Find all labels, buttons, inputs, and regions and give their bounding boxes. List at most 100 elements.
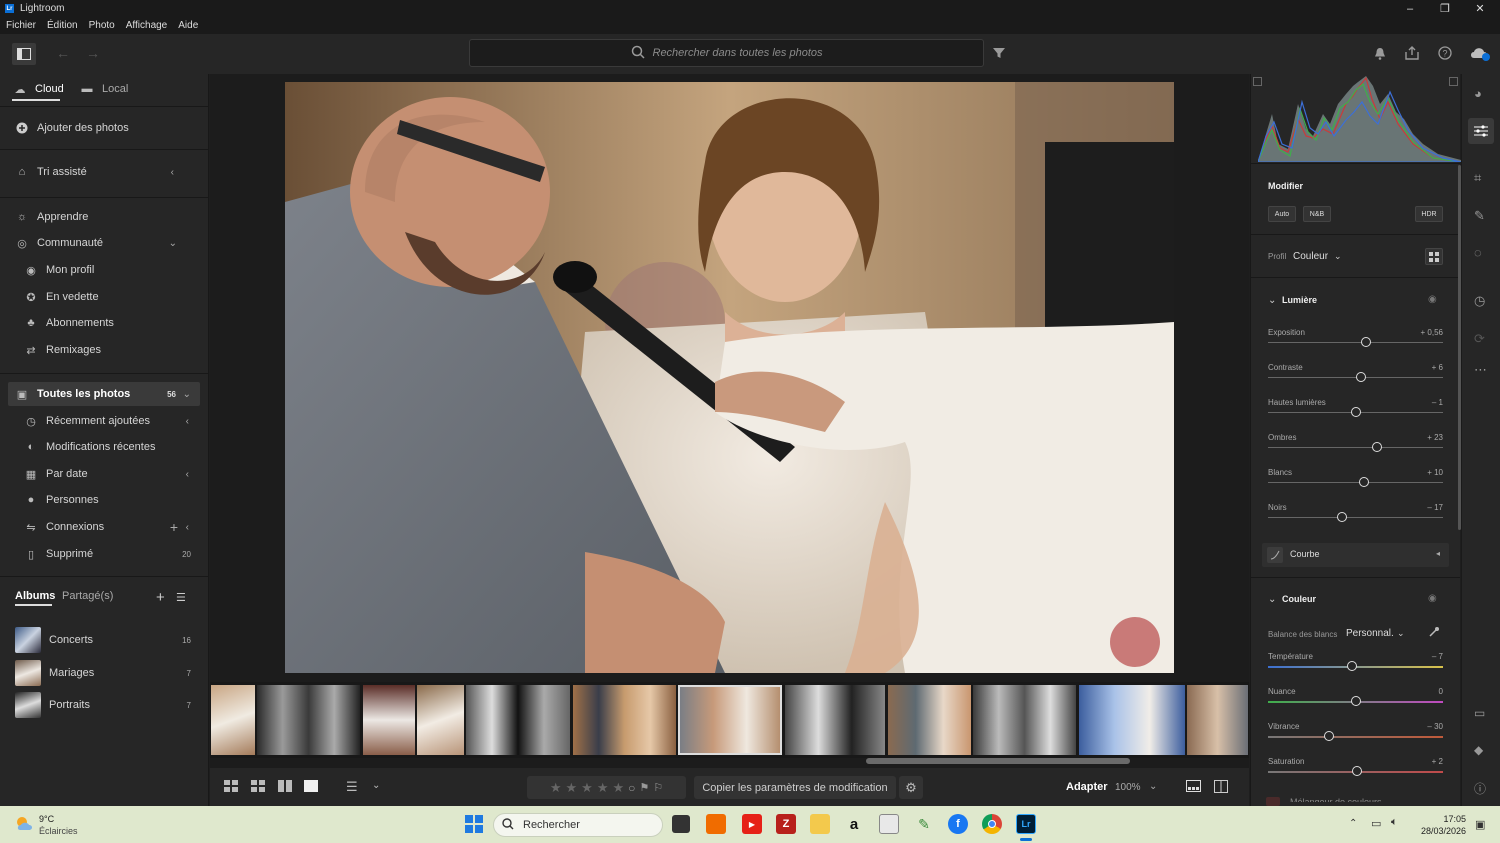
menu-view[interactable]: Affichage (126, 20, 168, 31)
slider-value[interactable]: – 17 (1400, 503, 1443, 512)
filmstrip-thumbnail-selected[interactable] (678, 685, 782, 755)
album-item[interactable]: Portraits 7 (15, 692, 209, 718)
eye-icon[interactable]: ◉ (1428, 593, 1437, 604)
slider-value[interactable]: + 10 (1400, 468, 1443, 477)
edit-sliders-icon[interactable] (1468, 118, 1494, 144)
youtube-icon[interactable]: ▶ (742, 814, 762, 834)
filmstrip-thumbnail[interactable] (417, 685, 464, 755)
filmstrip-toggle-icon[interactable] (1186, 780, 1201, 792)
chrome-icon[interactable] (982, 814, 1002, 834)
bw-button[interactable]: N&B (1303, 206, 1331, 222)
sidebar-item-by-date[interactable]: ▦ Par date ‹ (24, 467, 209, 481)
sidebar-item-recently-added[interactable]: ◷ Récemment ajoutées ‹ (24, 414, 209, 428)
white-balance-dropdown[interactable]: Personnal. (1346, 628, 1394, 639)
slider-value[interactable]: 0 (1400, 687, 1443, 696)
flag-reject-icon[interactable]: ⚐ (653, 781, 663, 794)
slider-track[interactable] (1268, 517, 1443, 518)
slider-knob[interactable] (1347, 661, 1357, 671)
slider-track[interactable] (1268, 736, 1443, 738)
photo-grid-icon[interactable] (251, 780, 265, 792)
filmstrip-thumbnail[interactable] (888, 685, 971, 755)
star-icon[interactable]: ★ (581, 780, 593, 796)
more-options-icon[interactable]: ⋯ (1474, 362, 1487, 378)
slider-value[interactable]: – 1 (1400, 398, 1443, 407)
windows-start-icon[interactable] (464, 814, 484, 834)
main-photo[interactable] (285, 82, 1174, 673)
tab-shared[interactable]: Partagé(s) (62, 590, 113, 602)
filmstrip-thumbnail[interactable] (1187, 685, 1248, 755)
chevron-down-icon[interactable]: ⌄ (1149, 781, 1157, 792)
slider-knob[interactable] (1355, 372, 1366, 382)
chevron-down-icon[interactable]: ⌄ (1268, 295, 1276, 306)
clock-date[interactable]: 28/03/2026 (1412, 826, 1466, 836)
before-after-icon[interactable] (1214, 780, 1228, 793)
menu-help[interactable]: Aide (178, 20, 198, 31)
panel-toggle-icon[interactable] (12, 43, 36, 65)
tag-icon[interactable]: ◆ (1474, 743, 1483, 757)
filmstrip-thumbnail[interactable] (973, 685, 1076, 755)
slider-value[interactable]: + 23 (1400, 433, 1443, 442)
slider-knob[interactable] (1361, 337, 1371, 347)
star-icon[interactable]: ★ (612, 780, 624, 796)
star-icon[interactable]: ★ (550, 780, 562, 796)
chevron-down-icon[interactable]: ⌄ (1268, 594, 1276, 605)
slider-value[interactable]: + 0,56 (1400, 328, 1443, 337)
forward-arrow-icon[interactable]: → (84, 44, 102, 62)
sidebar-item-recent-edits[interactable]: ◐ Modifications récentes (24, 440, 209, 454)
versions-icon[interactable]: ⟳ (1474, 331, 1485, 347)
flag-pick-icon[interactable]: ⚑ (639, 781, 649, 794)
volume-icon[interactable]: 🔈︎ (1391, 816, 1398, 829)
copy-settings-button[interactable]: Copier les paramètres de modification (694, 776, 896, 799)
tab-local[interactable]: ▬ Local (80, 82, 129, 96)
light-section-title[interactable]: Lumière (1282, 295, 1317, 305)
presets-icon[interactable]: ◕ (1474, 86, 1482, 101)
masking-icon[interactable]: ◌ (1474, 245, 1482, 260)
community-item[interactable]: ◎ Communauté ⌄ (15, 236, 209, 250)
add-album-icon[interactable]: + (156, 589, 165, 606)
square-grid-icon[interactable] (224, 780, 238, 792)
filmstrip-thumbnail[interactable] (363, 685, 415, 755)
album-item[interactable]: Concerts 16 (15, 627, 209, 653)
slider-knob[interactable] (1350, 696, 1361, 706)
back-arrow-icon[interactable]: ← (54, 44, 72, 62)
crop-icon[interactable]: ⌗ (1474, 170, 1481, 186)
help-icon[interactable]: ? (1437, 45, 1453, 61)
file-explorer-icon[interactable] (810, 814, 830, 834)
auto-button[interactable]: Auto (1268, 206, 1296, 222)
filter-icon[interactable] (991, 45, 1007, 61)
slider-track[interactable] (1268, 342, 1443, 343)
profile-browser-icon[interactable] (1425, 248, 1443, 265)
slider-value[interactable]: – 30 (1400, 722, 1443, 731)
all-photos-item[interactable]: ▣ Toutes les photos 56 ⌄ (15, 387, 200, 401)
filmstrip-scrollbar[interactable] (866, 758, 1130, 764)
chevron-down-icon[interactable]: ⌄ (372, 780, 380, 791)
close-button[interactable]: ✕ (1462, 0, 1498, 17)
weather-desc[interactable]: Éclaircies (39, 826, 78, 836)
fit-button[interactable]: Adapter (1066, 781, 1108, 793)
healing-brush-icon[interactable]: ✎ (1474, 208, 1485, 224)
filmstrip-thumbnail[interactable] (466, 685, 570, 755)
cloud-sync-icon[interactable] (1468, 44, 1492, 62)
filmstrip-thumbnail[interactable] (257, 685, 360, 755)
sidebar-item-subscriptions[interactable]: ♣ Abonnements (24, 316, 209, 330)
sidebar-item-featured[interactable]: ✪ En vedette (24, 290, 209, 304)
album-item[interactable]: Mariages 7 (15, 660, 209, 686)
menu-file[interactable]: Fichier (6, 20, 36, 31)
chevron-down-icon[interactable]: ⌄ (1397, 628, 1405, 639)
assisted-sort-item[interactable]: ⌂ Tri assisté ‹ (15, 165, 209, 179)
sidebar-item-deleted[interactable]: ▯ Supprimé 20 (24, 547, 209, 561)
slider-value[interactable]: + 6 (1400, 363, 1443, 372)
notifications-icon[interactable]: ▣ (1475, 818, 1485, 831)
network-icon[interactable]: ▭ (1371, 817, 1381, 830)
learn-item[interactable]: ☼ Apprendre (15, 210, 209, 224)
chevron-down-icon[interactable]: ⌄ (1334, 251, 1342, 262)
eye-icon[interactable]: ◉ (1428, 294, 1437, 305)
sidebar-item-remixes[interactable]: ⇄ Remixages (24, 343, 209, 357)
bell-icon[interactable] (1372, 45, 1388, 61)
task-view-icon[interactable] (672, 815, 690, 833)
maximize-button[interactable]: ❐ (1427, 0, 1463, 17)
weather-icon[interactable] (13, 814, 35, 834)
slider-value[interactable]: + 2 (1400, 757, 1443, 766)
star-icon[interactable]: ★ (597, 780, 609, 796)
sidebar-item-my-profile[interactable]: ◉ Mon profil (24, 263, 209, 277)
